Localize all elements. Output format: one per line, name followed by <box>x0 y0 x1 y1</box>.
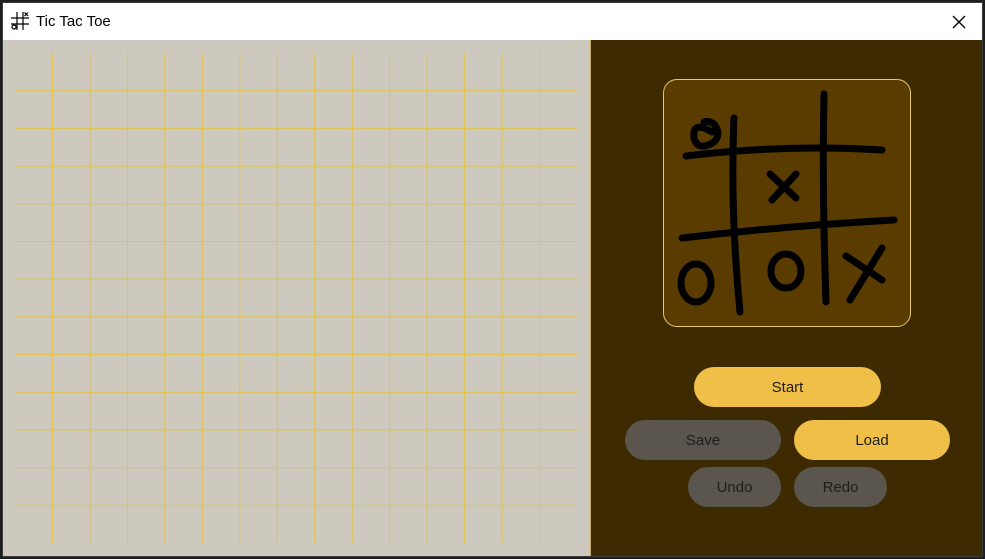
close-icon <box>952 15 966 28</box>
save-button[interactable]: Save <box>625 420 781 460</box>
main-content: Start Save Load Undo Redo <box>3 40 982 556</box>
undo-button[interactable]: Undo <box>688 467 781 507</box>
board-grid[interactable] <box>3 40 590 556</box>
load-button[interactable]: Load <box>794 420 950 460</box>
control-panel: Start Save Load Undo Redo <box>590 40 982 556</box>
start-button[interactable]: Start <box>694 367 881 407</box>
game-board[interactable] <box>3 40 590 556</box>
window-title: Tic Tac Toe <box>36 13 111 30</box>
grid-app-icon <box>10 11 30 31</box>
app-window: Tic Tac Toe Start Save Load Undo Redo <box>2 2 983 557</box>
redo-button[interactable]: Redo <box>794 467 887 507</box>
tic-tac-toe-logo <box>663 79 911 327</box>
title-bar: Tic Tac Toe <box>3 3 982 40</box>
close-button[interactable] <box>936 3 982 40</box>
